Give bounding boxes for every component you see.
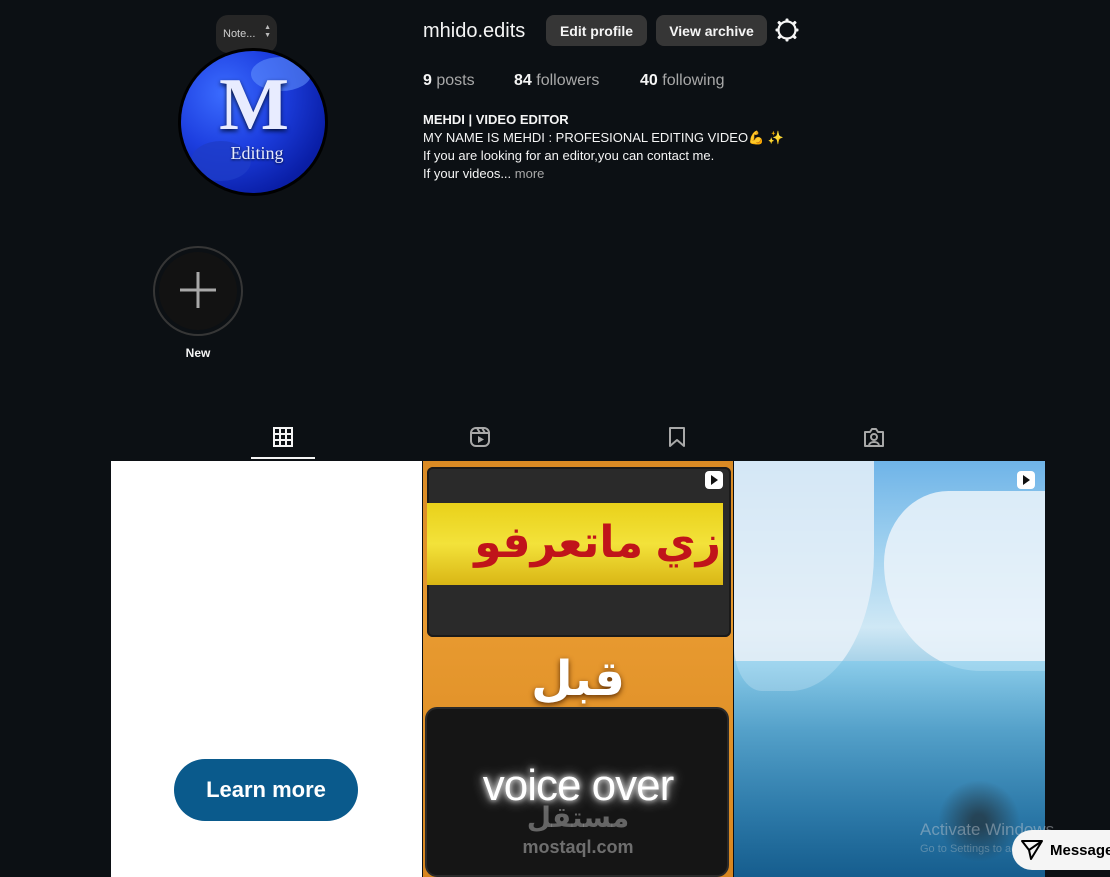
plus-icon <box>180 272 216 308</box>
posts-count: 9 posts <box>423 72 475 90</box>
note-arrows-icon: ▲ ▼ <box>264 24 271 39</box>
reel-badge-icon <box>705 471 723 489</box>
post-tile[interactable]: زي ماتعرفو قبل voice over مستقل mostaql.… <box>423 461 733 877</box>
followers-number: 84 <box>514 72 532 89</box>
settings-gear-icon[interactable] <box>775 18 799 42</box>
post-image-decor <box>734 461 874 691</box>
reels-icon[interactable] <box>469 426 491 448</box>
watermark-text: مستقل <box>526 802 630 833</box>
active-tab-indicator <box>251 457 315 459</box>
following-link[interactable]: 40 following <box>640 72 725 90</box>
send-icon <box>1021 840 1043 860</box>
messages-label: Messages <box>1050 841 1110 859</box>
post-arabic-text: زي ماتعرفو <box>474 518 721 567</box>
bio-line: If you are looking for an editor,you can… <box>423 148 715 163</box>
followers-label: followers <box>536 72 600 89</box>
reel-badge-icon <box>1017 471 1035 489</box>
bio-line: If your videos... <box>423 166 512 181</box>
learn-more-button[interactable]: Learn more <box>174 759 358 821</box>
posts-number: 9 <box>423 72 432 89</box>
avatar-word: Editing <box>230 143 284 163</box>
view-archive-button[interactable]: View archive <box>656 15 767 46</box>
saved-icon[interactable] <box>666 426 688 448</box>
posts-label: posts <box>436 72 475 89</box>
post-tile[interactable] <box>734 461 1045 877</box>
bio: MEHDI | VIDEO EDITOR MY NAME IS MEHDI : … <box>423 111 784 183</box>
tagged-icon[interactable] <box>863 426 885 448</box>
grid-icon[interactable] <box>272 426 294 448</box>
edit-profile-button[interactable]: Edit profile <box>546 15 647 46</box>
messages-button[interactable]: Messages <box>1012 830 1110 870</box>
following-label: following <box>662 72 725 89</box>
new-highlight-label: New <box>185 346 211 360</box>
post-arabic-text: قبل <box>531 653 625 706</box>
avatar[interactable]: M Editing <box>181 51 325 193</box>
post-tile[interactable]: Learn more <box>111 461 422 877</box>
username: mhido.edits <box>423 20 526 42</box>
bio-name: MEHDI | VIDEO EDITOR <box>423 112 569 127</box>
note-placeholder: Note... <box>223 28 256 40</box>
avatar-monogram: M <box>219 64 289 146</box>
watermark-text: mostaql.com <box>522 837 634 857</box>
followers-link[interactable]: 84 followers <box>514 72 599 90</box>
post-image-decor <box>884 491 1045 671</box>
bio-more-link[interactable]: more <box>515 166 545 181</box>
bio-line: MY NAME IS MEHDI : PROFESIONAL EDITING V… <box>423 130 785 145</box>
following-number: 40 <box>640 72 658 89</box>
